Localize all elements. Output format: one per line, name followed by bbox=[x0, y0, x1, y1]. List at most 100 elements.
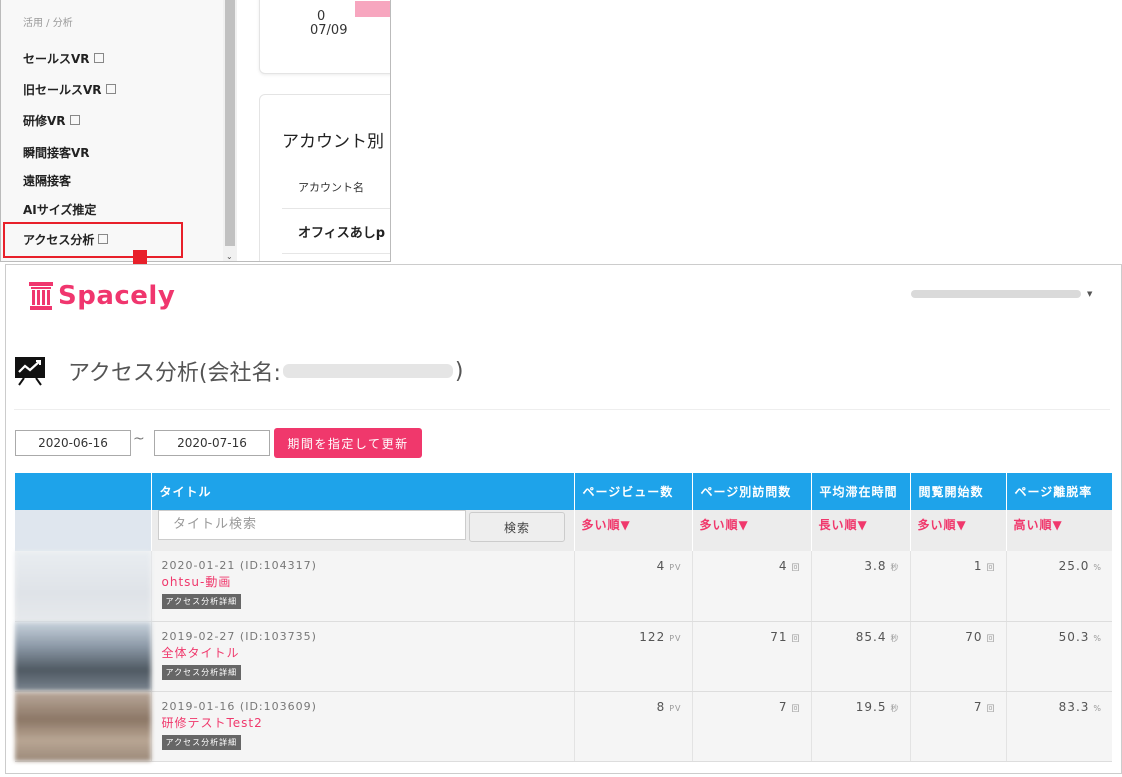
row-meta: 2019-02-27 (ID:103735) bbox=[161, 629, 317, 643]
sidebar-item-instant-vr[interactable]: 瞬間接客VR bbox=[23, 139, 90, 165]
sort-pageviews[interactable]: 多い順▼ bbox=[574, 510, 693, 551]
sidebar-item-ai-size[interactable]: AIサイズ推定 bbox=[23, 196, 96, 222]
row-title-link[interactable]: ohtsu-動画 bbox=[162, 573, 564, 590]
chart-board-icon bbox=[15, 357, 45, 386]
sort-visits[interactable]: 多い順▼ bbox=[692, 510, 812, 551]
sidebar-scrollbar[interactable]: ⌄ bbox=[223, 0, 237, 261]
detail-button[interactable]: アクセス分析詳細 bbox=[161, 664, 242, 680]
exit-rate-value: 50.3 bbox=[1058, 629, 1090, 644]
sidebar-item-label: セールスVR bbox=[23, 51, 90, 66]
stat-card: 0 07/09 bbox=[259, 0, 390, 74]
external-link-icon bbox=[93, 53, 104, 63]
sort-starts[interactable]: 多い順▼ bbox=[910, 510, 1007, 551]
starts-cell: 7回 bbox=[910, 691, 1007, 762]
unit: 秒 bbox=[890, 703, 900, 713]
divider bbox=[282, 208, 390, 209]
pageviews-value: 8 bbox=[656, 699, 666, 714]
menu-screenshot: 活用 / 分析 セールスVR 旧セールスVR 研修VR 瞬間接客VR 遠隔接客 … bbox=[0, 0, 391, 262]
row-title-link[interactable]: 研修テストTest2 bbox=[162, 714, 564, 731]
unit: 回 bbox=[791, 703, 801, 713]
avg-time-value: 3.8 bbox=[864, 559, 887, 573]
user-menu[interactable]: ▼ bbox=[911, 290, 1092, 298]
title-search-input[interactable]: タイトル検索 bbox=[158, 510, 466, 540]
divider bbox=[282, 253, 390, 254]
account-heading: アカウント別 bbox=[282, 132, 384, 152]
detail-button[interactable]: アクセス分析詳細 bbox=[161, 594, 242, 609]
sidebar-section-label: 活用 / 分析 bbox=[23, 18, 73, 29]
unit: PV bbox=[669, 703, 682, 713]
sort-avg-time[interactable]: 長い順▼ bbox=[811, 510, 911, 551]
visits-cell: 7回 bbox=[692, 691, 812, 762]
scrollbar-thumb[interactable] bbox=[225, 0, 235, 246]
unit: 回 bbox=[791, 633, 801, 643]
column-header-pageviews: ページビュー数 bbox=[574, 473, 693, 510]
account-row[interactable]: オフィスあしp bbox=[298, 222, 385, 241]
pillar-icon bbox=[29, 282, 53, 310]
avg-time-cell: 85.4 秒 bbox=[811, 621, 911, 692]
avg-time-cell: 3.8 秒 bbox=[811, 551, 911, 622]
external-link-icon bbox=[69, 115, 80, 125]
avg-time-cell: 19.5 秒 bbox=[811, 691, 911, 762]
thumbnail[interactable] bbox=[15, 621, 152, 692]
visits-cell: 71 回 bbox=[692, 621, 812, 692]
row-title-link[interactable]: 全体タイトル bbox=[162, 644, 564, 661]
user-name-blurred bbox=[911, 290, 1081, 298]
column-header-exit-rate: ページ離脱率 bbox=[1006, 473, 1112, 510]
unit: 回 bbox=[986, 633, 996, 643]
table-header-row: タイトル ページビュー数 ページ別訪問数 平均滞在時間 閲覧開始数 ページ離脱率 bbox=[15, 473, 1112, 510]
pageviews-cell: 122 PV bbox=[574, 621, 693, 692]
avg-time-value: 85.4 bbox=[855, 629, 887, 644]
pageviews-cell: 4 PV bbox=[574, 551, 693, 622]
sidebar-item-training-vr[interactable]: 研修VR bbox=[23, 107, 80, 133]
exit-rate-cell: 50.3% bbox=[1006, 621, 1112, 692]
thumbnail[interactable] bbox=[15, 691, 152, 762]
page-title: アクセス分析(会社名:) bbox=[14, 355, 464, 387]
avg-time-value: 19.5 bbox=[855, 699, 887, 714]
sidebar-item-label: 旧セールスVR bbox=[23, 82, 102, 97]
pageviews-value: 4 bbox=[656, 559, 666, 573]
sidebar-item-sales-vr[interactable]: セールスVR bbox=[23, 45, 104, 71]
divider bbox=[14, 409, 1110, 410]
date-from-input[interactable]: 2020-06-16 bbox=[15, 430, 131, 456]
table-row: 2020-01-21 (ID:104317) ohtsu-動画 アクセス分析詳細… bbox=[15, 551, 1112, 622]
caret-down-icon: ▼ bbox=[1087, 290, 1093, 298]
spacely-logo[interactable]: Spacely bbox=[28, 281, 175, 311]
unit: 秒 bbox=[890, 633, 900, 643]
title-cell: 2019-02-27 (ID:103735) 全体タイトル アクセス分析詳細 bbox=[151, 621, 575, 692]
card-date: 07/09 bbox=[310, 23, 348, 38]
date-to-input[interactable]: 2020-07-16 bbox=[154, 430, 270, 456]
account-card: アカウント別 アカウント名 オフィスあしp bbox=[259, 94, 390, 261]
exit-rate-value: 25.0 bbox=[1058, 559, 1090, 573]
sidebar-item-remote[interactable]: 遠隔接客 bbox=[23, 167, 71, 193]
sidebar-item-old-sales-vr[interactable]: 旧セールスVR bbox=[23, 76, 116, 102]
column-header-title: タイトル bbox=[151, 473, 575, 510]
filter-thumb-cell bbox=[15, 510, 152, 551]
account-column-header: アカウント名 bbox=[298, 181, 364, 194]
update-period-button[interactable]: 期間を指定して更新 bbox=[274, 428, 422, 458]
row-meta: 2020-01-21 (ID:104317) bbox=[161, 559, 317, 572]
detail-button[interactable]: アクセス分析詳細 bbox=[161, 734, 242, 750]
column-header-avg-time: 平均滞在時間 bbox=[811, 473, 911, 510]
exit-rate-cell: 25.0% bbox=[1006, 551, 1112, 622]
sort-exit-rate[interactable]: 高い順▼ bbox=[1006, 510, 1113, 551]
row-meta: 2019-01-16 (ID:103609) bbox=[161, 699, 317, 713]
scroll-down-icon[interactable]: ⌄ bbox=[226, 252, 233, 261]
unit: PV bbox=[669, 633, 682, 643]
starts-value: 70 bbox=[965, 629, 983, 644]
exit-rate-cell: 83.3% bbox=[1006, 691, 1112, 762]
page-title-prefix: アクセス分析(会社名: bbox=[68, 361, 281, 386]
pageviews-cell: 8 PV bbox=[574, 691, 693, 762]
logo-text: Spacely bbox=[58, 281, 176, 311]
bar-mark bbox=[355, 1, 390, 17]
column-header-visits: ページ別訪問数 bbox=[692, 473, 812, 510]
page-title-suffix: ) bbox=[454, 358, 464, 384]
search-button[interactable]: 検索 bbox=[469, 512, 565, 542]
sidebar-item-label: 瞬間接客VR bbox=[23, 145, 90, 160]
thumbnail[interactable] bbox=[15, 551, 152, 622]
unit: % bbox=[1093, 563, 1102, 572]
visits-value: 71 bbox=[770, 629, 788, 644]
sidebar-item-label: 遠隔接客 bbox=[23, 173, 72, 188]
unit: 回 bbox=[986, 563, 996, 572]
company-name-blurred bbox=[282, 364, 453, 378]
unit: 回 bbox=[986, 703, 996, 713]
